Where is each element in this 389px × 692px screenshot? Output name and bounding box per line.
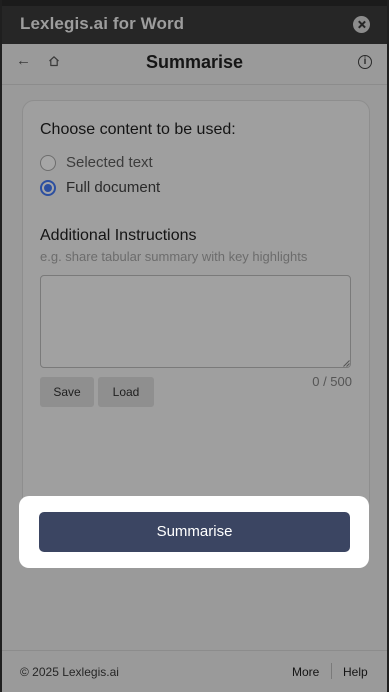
header-divider bbox=[2, 84, 387, 85]
load-button[interactable]: Load bbox=[98, 377, 154, 407]
more-link[interactable]: More bbox=[292, 665, 319, 679]
page-title: Summarise bbox=[145, 52, 244, 72]
footer: © 2025 Lexlegis.ai More Help bbox=[2, 650, 387, 692]
char-counter: 0 / 500 bbox=[312, 374, 352, 389]
info-icon[interactable]: i bbox=[358, 55, 372, 69]
option-label: Selected text bbox=[66, 154, 153, 171]
summarise-button[interactable]: Summarise bbox=[39, 512, 350, 552]
help-link[interactable]: Help bbox=[343, 665, 368, 679]
title-bar: Lexlegis.ai for Word bbox=[2, 0, 387, 44]
window-title: Lexlegis.ai for Word bbox=[20, 14, 185, 33]
instructions-label: Additional Instructions bbox=[40, 227, 197, 244]
copyright-text: © 2025 Lexlegis.ai bbox=[20, 665, 119, 679]
option-label: Full document bbox=[66, 179, 161, 196]
taskpane-window: Lexlegis.ai for Word ← Summarise i Choos… bbox=[2, 0, 387, 692]
content-choice-label: Choose content to be used: bbox=[40, 121, 236, 138]
radio-selected-text[interactable] bbox=[40, 154, 56, 171]
close-icon[interactable] bbox=[353, 16, 370, 33]
footer-divider bbox=[331, 663, 332, 679]
option-selected-text[interactable]: Selected text bbox=[40, 154, 153, 171]
header: ← Summarise i bbox=[2, 44, 387, 82]
summarise-card: Choose content to be used: Selected text… bbox=[22, 100, 370, 512]
radio-full-document[interactable] bbox=[40, 179, 56, 196]
resize-handle-icon[interactable] bbox=[343, 360, 350, 367]
option-full-document[interactable]: Full document bbox=[40, 179, 160, 196]
instructions-hint: e.g. share tabular summary with key high… bbox=[40, 249, 308, 264]
save-button[interactable]: Save bbox=[40, 377, 94, 407]
instructions-textarea[interactable] bbox=[40, 275, 351, 368]
